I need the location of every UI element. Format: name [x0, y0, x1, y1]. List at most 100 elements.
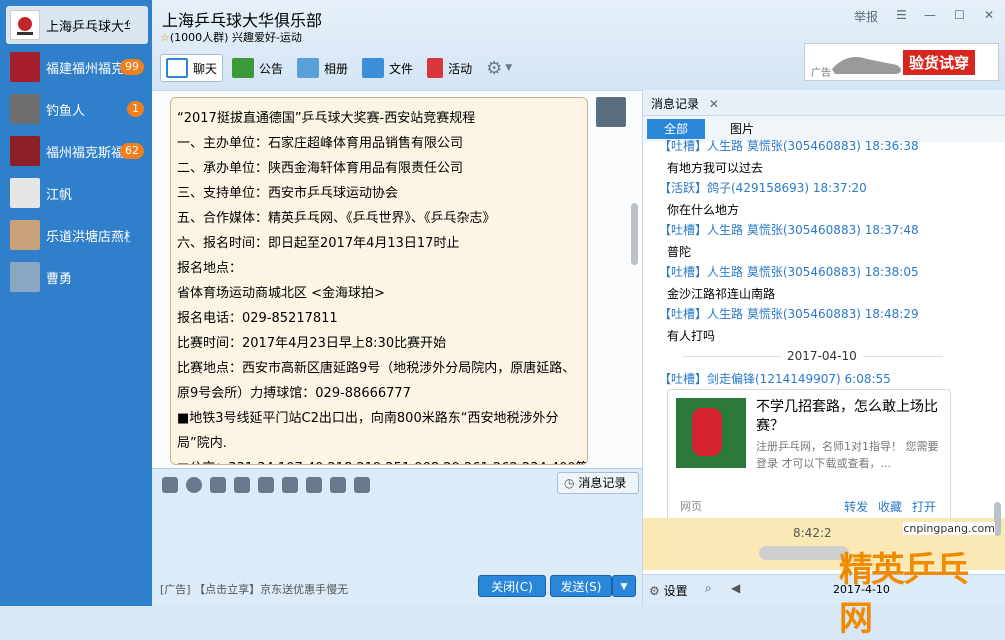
link-card[interactable]: 不学几招套路，怎么敢上场比赛？ 注册乒乓网，名师1对1指导！ 您需要 登录 才可… — [667, 389, 951, 521]
user-avatar — [10, 262, 40, 292]
close-button[interactable]: 关闭(C) — [478, 575, 546, 597]
close-icon[interactable]: ✕ — [709, 97, 719, 111]
chat-name: 乐道洪塘店燕枝 — [46, 229, 130, 245]
star-icon: ☆ — [160, 31, 170, 44]
send-button[interactable]: 发送(S) — [550, 575, 612, 597]
announcement-icon — [232, 58, 255, 78]
present-icon[interactable] — [306, 477, 322, 493]
message-text: 金沙江路祁连山南路 — [667, 287, 776, 301]
tab-album[interactable]: 相册 — [292, 54, 353, 82]
settings-button[interactable]: ⚙ 设置 — [649, 582, 688, 599]
chat-name: 钓鱼人 — [46, 103, 86, 119]
gear-icon: ⚙ — [486, 57, 503, 79]
history-button[interactable]: ◷ 消息记录 — [557, 472, 639, 494]
close-icon[interactable]: ✕ — [984, 8, 994, 22]
chat-list-sidebar: 上海乒乓球大华俱 福建福州福克 99 钓鱼人 1 福州福克斯福 62 江帆 乐道… — [0, 0, 152, 606]
maximize-icon[interactable]: ☐ — [954, 8, 965, 22]
chat-scrollbar[interactable] — [631, 203, 638, 265]
menu-icon[interactable]: ☰ — [896, 8, 907, 22]
chat-name: 江帆 — [46, 187, 73, 203]
message-line: 局”院内. — [177, 436, 227, 451]
chat-item-jiangfan[interactable]: 江帆 — [6, 174, 148, 212]
message-line: 省体育场运动商城北区 <金海球拍> — [177, 286, 385, 301]
open-link[interactable]: 打开 — [912, 498, 936, 515]
nudge-icon[interactable] — [210, 477, 226, 493]
message-line: 比赛时间：2017年4月23日早上8:30比赛开始 — [177, 336, 447, 351]
date-divider: 2017-04-10 — [781, 349, 863, 363]
chat-item-ledao[interactable]: 乐道洪塘店燕枝 — [6, 216, 148, 254]
chat-item-fuzhou[interactable]: 福州福克斯福 62 — [6, 132, 148, 170]
upload-icon[interactable] — [282, 477, 298, 493]
chat-name: 上海乒乓球大华俱 — [46, 19, 130, 35]
history-panel: 消息记录 ✕ 全部 图片 【吐槽】人生路 莫慌张(305460883) 18:3… — [642, 90, 1005, 639]
card-body: 注册乒乓网，名师1对1指导！ 您需要 登录 才可以下载或查看，... — [756, 440, 939, 470]
tab-chat[interactable]: 聊天 — [160, 54, 224, 82]
user-avatar — [10, 178, 40, 208]
chat-item-caoyong[interactable]: 曹勇 — [6, 258, 148, 296]
ad-slogan: 验货试穿 — [903, 50, 976, 75]
message-line: 报名电话：029-85217811 — [177, 311, 338, 326]
chat-item-fishing[interactable]: 钓鱼人 1 — [6, 90, 148, 128]
notice-time: 8:42:2 — [793, 526, 832, 540]
message-text: 你在什么地方 — [667, 203, 740, 217]
message-line: ■公交：331,34,107,40,218,219,251,908,29,261… — [177, 456, 587, 464]
user-avatar — [10, 136, 40, 166]
emoji-icon[interactable] — [186, 477, 202, 493]
clock-icon: ◷ — [564, 476, 575, 490]
chevron-down-icon: ▼ — [505, 63, 513, 73]
search-icon[interactable]: ⌕ — [705, 581, 712, 596]
message-meta: 【吐槽】人生路 莫慌张(305460883) 18:48:29 — [659, 307, 919, 321]
player-figure — [692, 408, 722, 456]
sender-avatar[interactable] — [596, 97, 626, 127]
speaker-icon[interactable]: ◀ — [731, 581, 740, 595]
tab-all[interactable]: 全部 — [647, 119, 705, 139]
input-toolbar — [162, 477, 378, 493]
folder-icon — [362, 58, 385, 78]
message-text: 有地方我可以过去 — [667, 161, 764, 175]
message-text: 有人打吗 — [667, 329, 716, 343]
report-link[interactable]: 举报 — [854, 8, 878, 25]
history-title: 消息记录 — [651, 97, 700, 111]
group-avatar — [10, 10, 40, 40]
chat-header: 上海乒乓球大华俱乐部 ☆(1000人群) 兴趣爱好-运动 举报 ☰ — ☐ ✕ … — [152, 0, 1005, 90]
club-logo-icon — [17, 17, 33, 35]
album-icon — [297, 58, 320, 78]
font-icon[interactable] — [162, 477, 178, 493]
flag-icon — [427, 58, 444, 78]
card-thumbnail — [676, 398, 746, 468]
chat-item-fujian[interactable]: 福建福州福克 99 — [6, 48, 148, 86]
settings-gear-button[interactable]: ⚙ ▼ — [481, 54, 517, 82]
input-ad-text[interactable]: [广告] 【点击立享】京东送优惠手慢无 — [160, 581, 348, 597]
gift-icon[interactable] — [234, 477, 250, 493]
shoe-icon — [832, 56, 901, 74]
tab-activities[interactable]: 活动 — [422, 54, 477, 82]
message-line: 原9号会所）力搏球馆：029-88666777 — [177, 386, 411, 401]
card-source: 网页 — [680, 500, 702, 513]
user-avatar — [10, 52, 40, 82]
scissors-icon[interactable] — [330, 477, 346, 493]
gear-icon: ⚙ — [649, 584, 660, 598]
favorite-link[interactable]: 收藏 — [878, 498, 902, 515]
more-icon[interactable] — [354, 477, 370, 493]
minimize-icon[interactable]: — — [924, 8, 936, 22]
chat-icon — [166, 58, 188, 78]
chat-name: 曹勇 — [46, 271, 73, 287]
history-header: 消息记录 ✕ — [643, 90, 1005, 116]
unread-badge: 99 — [120, 59, 144, 75]
watermark-logo: 精英乒乓网 — [839, 550, 969, 639]
message-text: 普陀 — [667, 245, 692, 259]
message-meta: 【吐槽】人生路 莫慌张(305460883) 18:38:05 — [659, 265, 919, 279]
message-line: 三、支持单位：西安市乒乓球运动协会 — [177, 186, 399, 201]
send-options-button[interactable]: ▼ — [612, 575, 636, 597]
unread-badge: 1 — [127, 101, 144, 117]
forward-link[interactable]: 转发 — [844, 498, 868, 515]
ad-banner[interactable]: 广告 验货试穿 — [804, 43, 999, 81]
watermark: cnpingpang.com 精英乒乓网 — [839, 522, 997, 639]
watermark-url: cnpingpang.com — [903, 522, 995, 535]
tab-pictures[interactable]: 图片 — [713, 119, 771, 139]
tab-announcement[interactable]: 公告 — [227, 54, 288, 82]
message-line: 五、合作媒体：精英乒乓网、《乒乓世界》、《乒乓杂志》 — [177, 211, 496, 226]
chat-item-shanghai[interactable]: 上海乒乓球大华俱 — [6, 6, 148, 44]
image-icon[interactable] — [258, 477, 274, 493]
tab-files[interactable]: 文件 — [357, 54, 418, 82]
